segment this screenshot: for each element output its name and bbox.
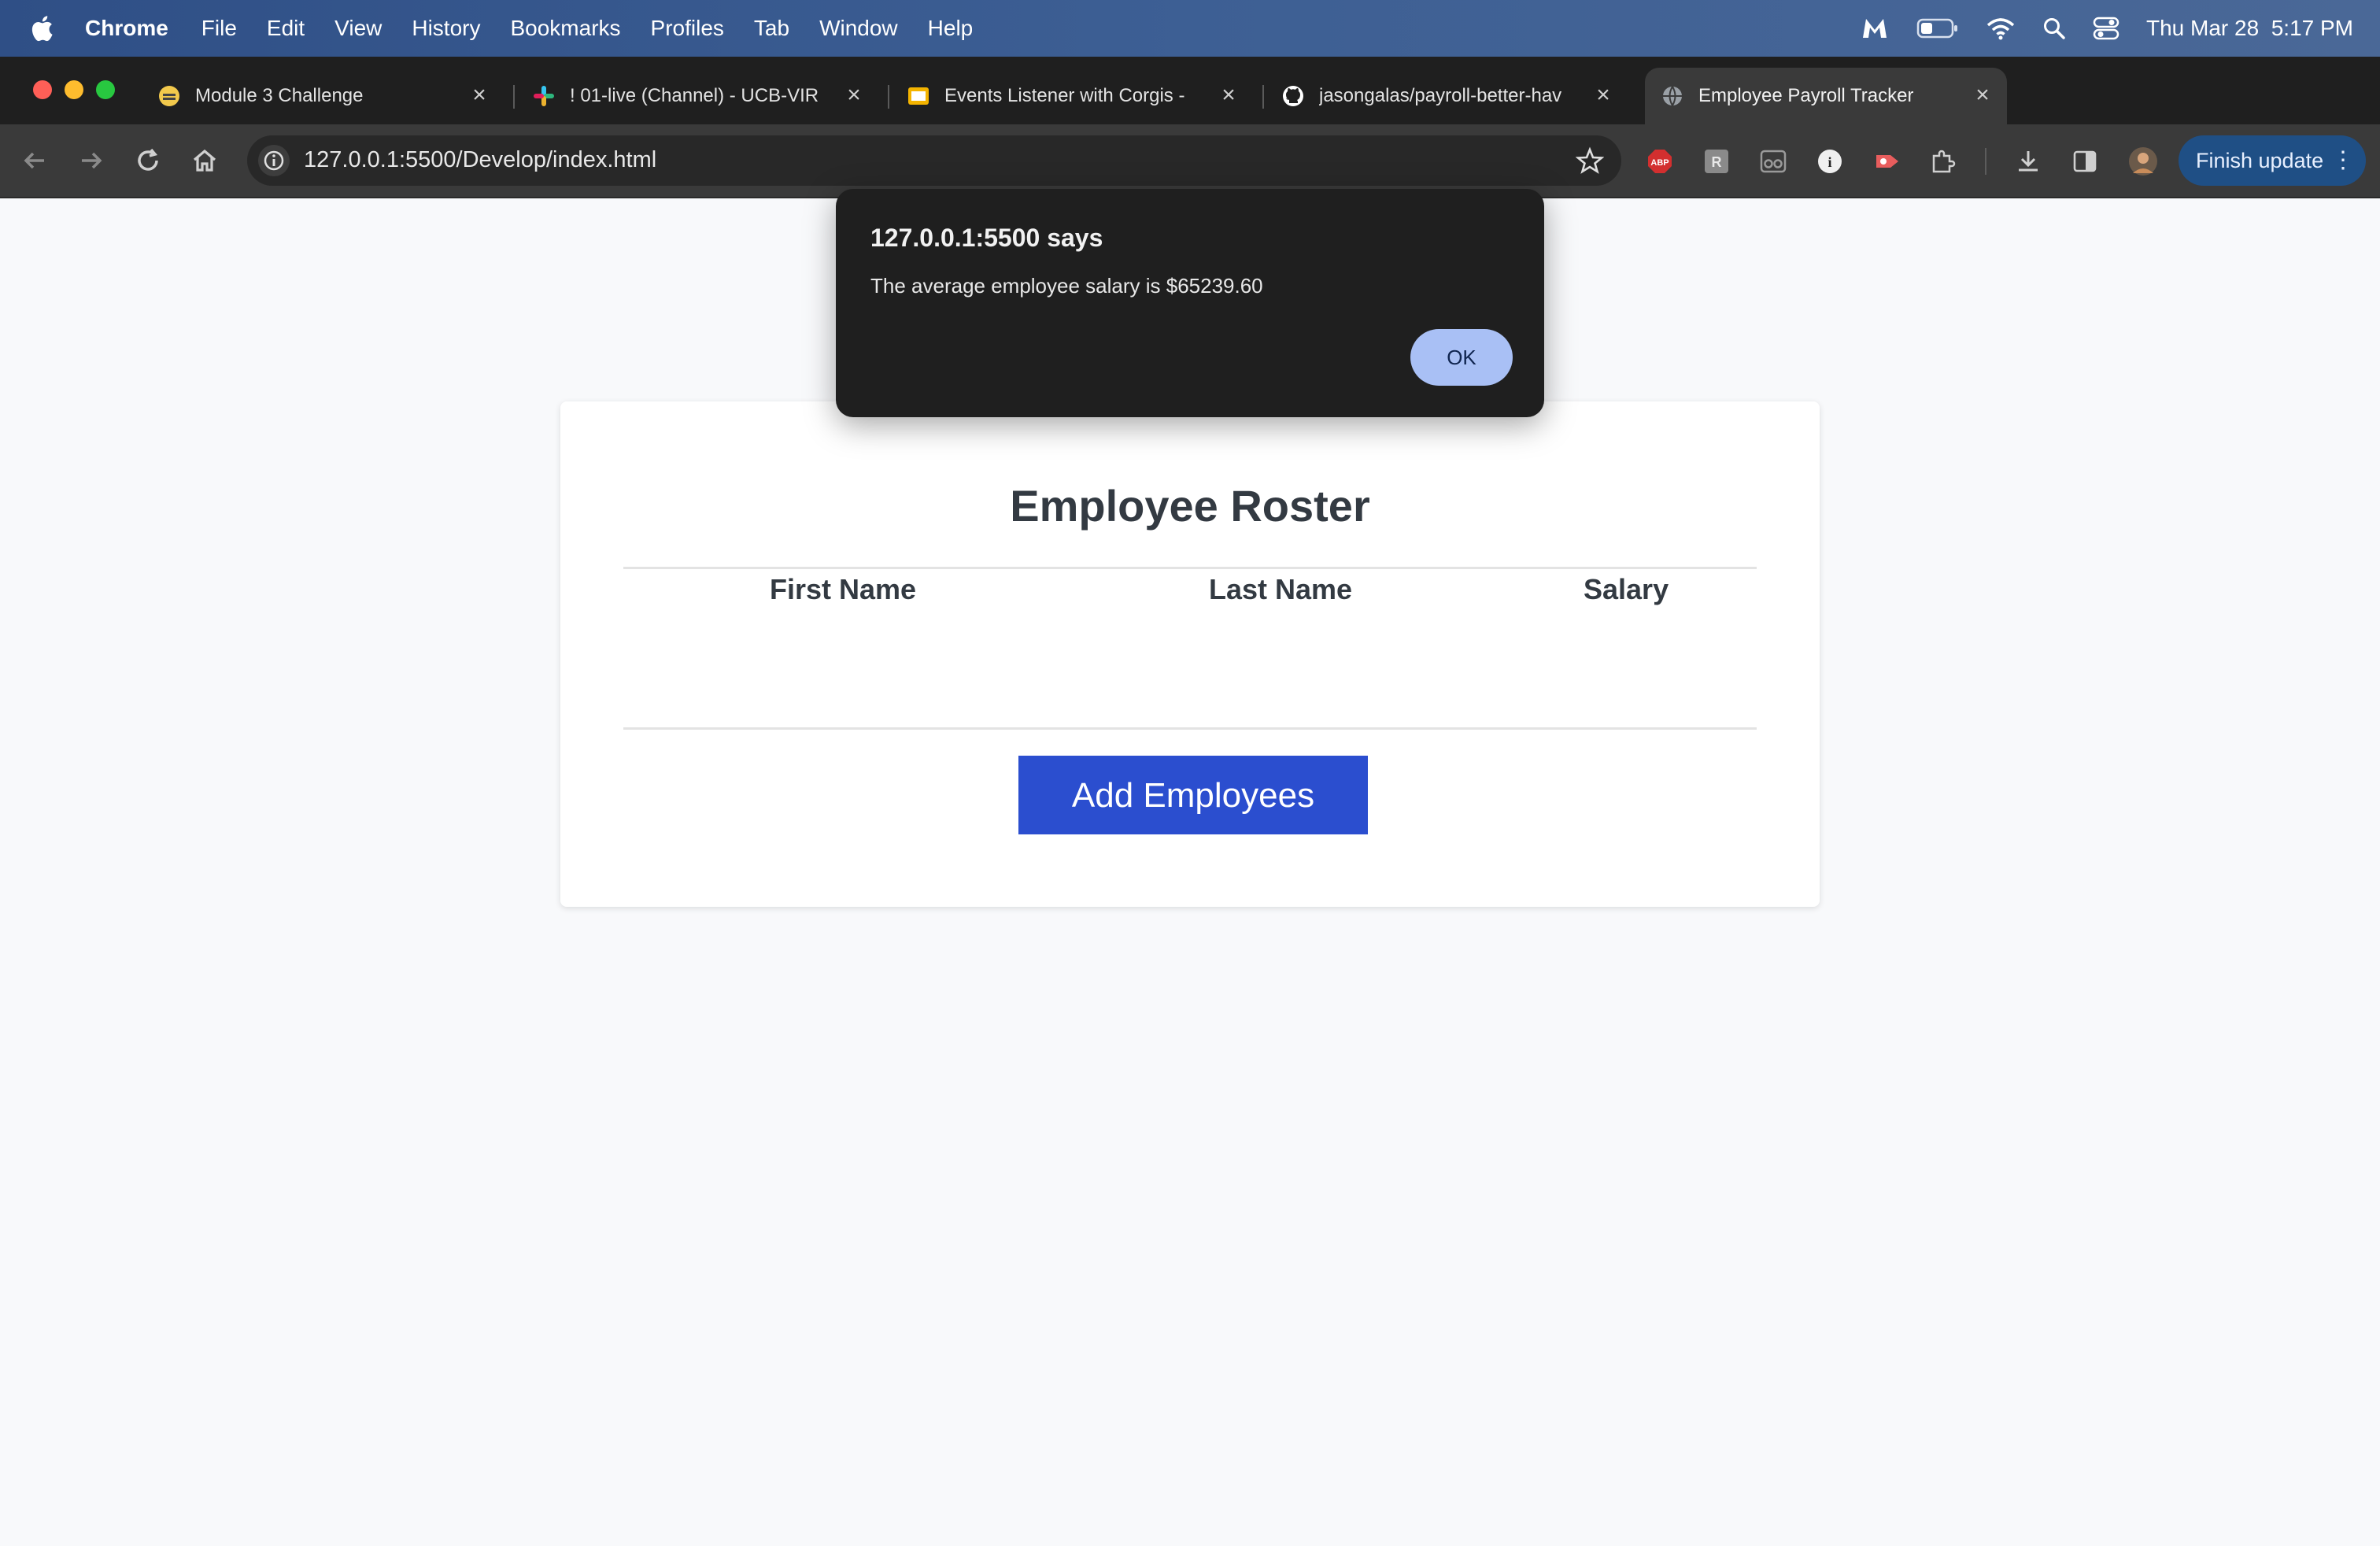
table-top-divider [623,567,1757,569]
toolbar-divider [1985,148,1986,175]
adblock-plus-icon[interactable]: ABP [1646,148,1673,175]
tab-divider [513,85,515,109]
slides-icon [908,87,929,105]
github-icon [1283,86,1303,106]
tab-divider [1262,85,1264,109]
close-tab-icon[interactable]: × [1217,83,1240,107]
home-icon[interactable] [189,145,220,176]
downloads-icon[interactable] [2015,148,2042,175]
slack-icon [534,86,554,106]
browser-tab-strip: Module 3 Challenge × ! 01-live (Channel)… [0,57,2380,167]
close-tab-icon[interactable]: × [1591,83,1615,107]
tab-github-repo[interactable]: jasongalas/payroll-better-hav × [1281,68,1628,124]
menu-bookmarks[interactable]: Bookmarks [510,16,620,41]
back-icon[interactable] [19,145,50,176]
column-header-salary: Salary [1584,573,1669,605]
menu-tab[interactable]: Tab [754,16,789,41]
globe-icon [1663,86,1682,106]
column-header-last-name: Last Name [1209,573,1353,605]
address-bar[interactable]: 127.0.0.1:5500/Develop/index.html [247,135,1621,186]
tab-title: ! 01-live (Channel) - UCB-VIR [570,85,819,106]
dialog-origin-title: 127.0.0.1:5500 says [870,224,1103,252]
site-info-button[interactable] [258,145,290,176]
alert-dialog: 127.0.0.1:5500 says The average employee… [836,189,1544,417]
window-minimize-button[interactable] [65,80,83,99]
status-area: Thu Mar 28 5:17 PM [1860,0,2353,57]
window-close-button[interactable] [33,80,52,99]
menu-history[interactable]: History [412,16,480,41]
tab-title: Employee Payroll Tracker [1698,85,1914,106]
menu-edit[interactable]: Edit [267,16,305,41]
menu-file[interactable]: File [201,16,237,41]
ok-button[interactable]: OK [1410,329,1513,386]
tab-title: Events Listener with Corgis - [944,85,1185,106]
add-employees-button[interactable]: Add Employees [1018,756,1368,834]
menu-window[interactable]: Window [819,16,898,41]
url-text[interactable]: 127.0.0.1:5500/Develop/index.html [304,147,656,173]
macos-menu-bar: Chrome File Edit View History Bookmarks … [0,0,2380,57]
svg-text:i: i [1828,154,1831,170]
spotlight-search-icon[interactable] [2042,17,2066,40]
apple-icon[interactable] [30,15,54,42]
app-menu-chrome[interactable]: Chrome [85,16,168,41]
bookmark-star-icon[interactable] [1576,146,1604,175]
screen-recorder-icon[interactable] [1873,148,1900,175]
reload-icon[interactable] [132,145,164,176]
finish-update-button[interactable]: Finish update ⋮ [2179,135,2366,186]
profile-avatar[interactable] [2128,146,2158,176]
tab-events-listener[interactable]: Events Listener with Corgis - × [907,68,1253,124]
forward-icon[interactable] [76,145,107,176]
close-tab-icon[interactable]: × [842,83,866,107]
info-icon [264,150,284,171]
malwarebytes-icon[interactable] [1860,16,1890,41]
reader-glasses-icon[interactable] [1760,148,1787,175]
finish-update-label: Finish update [2196,149,2324,172]
svg-text:ABP: ABP [1650,158,1669,168]
dialog-message: The average employee salary is $65239.60 [870,274,1263,298]
close-tab-icon[interactable]: × [468,83,491,107]
tab-slack-channel[interactable]: ! 01-live (Channel) - UCB-VIR × [532,68,878,124]
tab-title: jasongalas/payroll-better-hav [1319,85,1562,106]
menu-view[interactable]: View [334,16,382,41]
extensions-puzzle-icon[interactable] [1930,148,1957,175]
svg-text:R: R [1712,154,1722,170]
control-center-icon[interactable] [2093,17,2119,40]
tab-module-3-challenge[interactable]: Module 3 Challenge × [157,68,504,124]
extension-r-icon[interactable]: R [1703,148,1730,175]
menubar-clock[interactable]: Thu Mar 28 5:17 PM [2146,16,2353,41]
tab-divider [888,85,889,109]
column-header-first-name: First Name [770,573,917,605]
employee-roster-card: Employee Roster First Name Last Name Sal… [560,401,1820,907]
menu-profiles[interactable]: Profiles [651,16,724,41]
window-zoom-button[interactable] [96,80,115,99]
menu-help[interactable]: Help [928,16,974,41]
battery-icon[interactable] [1916,17,1959,39]
extension-info-icon[interactable]: i [1816,148,1843,175]
more-options-icon[interactable]: ⋮ [2331,135,2355,186]
close-tab-icon[interactable]: × [1971,83,1994,107]
side-panel-icon[interactable] [2071,148,2098,175]
tab-title: Module 3 Challenge [195,85,364,106]
tab-employee-payroll-tracker[interactable]: Employee Payroll Tracker × [1645,68,2007,124]
browser-toolbar: 127.0.0.1:5500/Develop/index.html ABP R … [0,124,2380,198]
table-bottom-divider [623,727,1757,730]
wifi-icon[interactable] [1986,17,2016,40]
page-title: Employee Roster [1010,481,1370,531]
lesson-icon [159,86,179,106]
